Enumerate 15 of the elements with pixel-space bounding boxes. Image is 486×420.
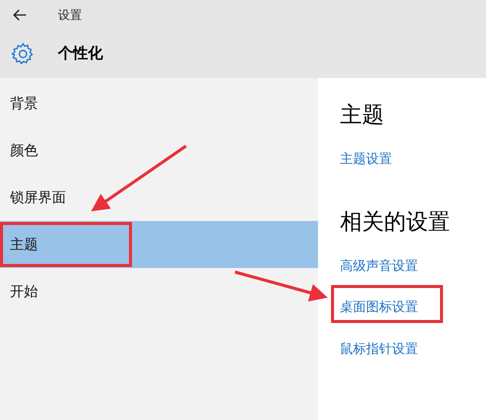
section-heading: 相关的设置 — [340, 208, 451, 236]
sidebar-item[interactable]: 颜色 — [0, 127, 318, 174]
gear-icon — [10, 41, 36, 67]
settings-link[interactable]: 高级声音设置 — [340, 256, 418, 275]
back-icon — [13, 9, 27, 21]
window-title: 设置 — [58, 7, 82, 24]
settings-link[interactable]: 主题设置 — [340, 149, 392, 168]
sidebar-item[interactable]: 主题 — [0, 221, 318, 268]
sidebar-item[interactable]: 背景 — [0, 80, 318, 127]
sidebar-item[interactable]: 开始 — [0, 268, 318, 315]
settings-link[interactable]: 鼠标指针设置 — [340, 338, 418, 358]
section-heading: 主题 — [340, 101, 385, 129]
page-title: 个性化 — [58, 44, 103, 64]
settings-link[interactable]: 桌面图标设置 — [340, 297, 418, 316]
sidebar-item[interactable]: 锁屏界面 — [0, 174, 318, 221]
